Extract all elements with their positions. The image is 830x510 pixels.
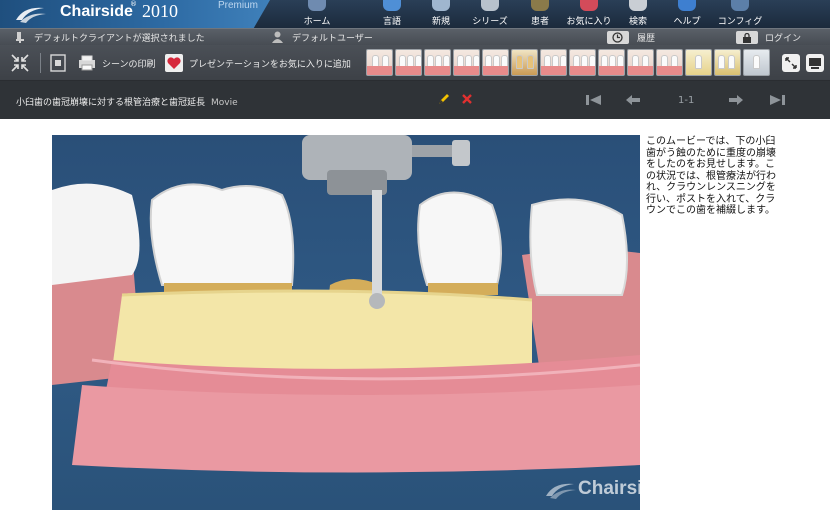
document-icon[interactable] <box>49 54 67 72</box>
heart-icon[interactable] <box>165 54 183 72</box>
menu-favorites[interactable]: お気に入り <box>566 0 612 28</box>
menu-new-label: 新規 <box>431 17 450 27</box>
menu-series-label: シリーズ <box>472 17 508 27</box>
media-type-label: Movie <box>211 98 238 108</box>
scene-thumbnail[interactable] <box>511 49 538 76</box>
app-year: 2010 <box>142 1 178 21</box>
menu-search-label: 検索 <box>628 17 647 27</box>
chairside-watermark-icon <box>546 483 576 499</box>
scene-thumbnail[interactable] <box>395 49 422 76</box>
collapse-icon[interactable] <box>11 54 29 72</box>
login-label[interactable]: ログイン <box>765 31 801 44</box>
slideshow-icon[interactable] <box>806 54 824 72</box>
history-label[interactable]: 履歴 <box>637 31 655 44</box>
menu-favorites-label: お気に入り <box>566 17 612 27</box>
search-icon <box>629 0 647 11</box>
scene-thumbnail[interactable] <box>569 49 596 76</box>
watermark-text: Chairside <box>578 478 640 499</box>
app-name: Chairside <box>60 3 133 20</box>
language-icon <box>383 0 401 11</box>
movie-player[interactable]: Chairside <box>52 135 640 510</box>
top-menu-bar: Chairside ® 2010 Premium ホーム 言語 新規 シリーズ … <box>0 0 830 28</box>
expand-icon[interactable] <box>782 54 800 72</box>
presentation-title: 小臼歯の歯冠崩壊に対する根管治療と歯冠延長 Movie <box>16 95 238 108</box>
scene-thumbnail[interactable] <box>540 49 567 76</box>
login-button-icon[interactable] <box>736 31 758 44</box>
scene-thumbnail[interactable] <box>482 49 509 76</box>
menu-language[interactable]: 言語 <box>369 0 415 28</box>
scene-thumbnail[interactable] <box>598 49 625 76</box>
content-area: Chairside このムービーでは、下の小臼歯がう蝕のために重度の崩壊をしたの… <box>0 119 830 510</box>
user-status: デフォルトユーザー <box>292 34 373 44</box>
menu-patient-label: 患者 <box>530 17 549 27</box>
movie-description: このムービーでは、下の小臼歯がう蝕のために重度の崩壊をしたのをお見せします。この… <box>646 136 776 216</box>
series-icon <box>481 0 499 11</box>
clock-icon <box>612 32 623 43</box>
status-bar: デフォルトクライアントが選択されました デフォルトユーザー 履歴 ログイン <box>0 28 830 45</box>
scene-thumbnail[interactable] <box>366 49 393 76</box>
scene-thumbnail[interactable] <box>424 49 451 76</box>
menu-new[interactable]: 新規 <box>418 0 464 28</box>
menu-language-label: 言語 <box>382 17 401 27</box>
page-counter: 1-1 <box>678 95 695 106</box>
trademark-mark: ® <box>130 0 137 8</box>
app-edition: Premium <box>218 0 259 11</box>
home-icon <box>308 0 326 11</box>
print-scene-button[interactable]: シーンの印刷 <box>102 57 156 70</box>
add-favorite-button[interactable]: プレゼンテーションをお気に入りに追加 <box>189 57 351 70</box>
scene-thumbnail[interactable] <box>743 49 770 76</box>
patient-icon <box>531 0 549 11</box>
scene-thumbnail[interactable] <box>627 49 654 76</box>
menu-home[interactable]: ホーム <box>294 0 340 28</box>
scene-thumbnail[interactable] <box>714 49 741 76</box>
chairside-logo-icon <box>16 7 46 23</box>
toolbar-divider <box>40 53 41 73</box>
config-icon <box>731 0 749 11</box>
user-icon <box>272 31 283 43</box>
lock-icon <box>743 33 751 43</box>
last-page-icon[interactable] <box>768 94 786 106</box>
first-page-icon[interactable] <box>585 94 603 106</box>
delete-x-icon[interactable] <box>461 93 473 105</box>
menu-patient[interactable]: 患者 <box>517 0 563 28</box>
chair-icon <box>16 32 24 43</box>
help-icon <box>678 0 696 11</box>
dental-procedure-illustration <box>52 135 640 473</box>
favorites-icon <box>580 0 598 11</box>
menu-search[interactable]: 検索 <box>615 0 661 28</box>
presentation-title-text: 小臼歯の歯冠崩壊に対する根管治療と歯冠延長 <box>16 98 206 108</box>
presentation-title-bar: 小臼歯の歯冠崩壊に対する根管治療と歯冠延長 Movie 1-1 <box>0 81 830 119</box>
menu-help[interactable]: ヘルプ <box>664 0 710 28</box>
scene-toolbar: シーンの印刷 プレゼンテーションをお気に入りに追加 <box>0 45 830 81</box>
next-page-icon[interactable] <box>728 94 744 106</box>
scene-thumbnail[interactable] <box>685 49 712 76</box>
menu-config-label: コンフィグ <box>717 17 763 27</box>
app-logo: Chairside ® 2010 Premium <box>0 0 270 28</box>
previous-page-icon[interactable] <box>625 94 641 106</box>
menu-help-label: ヘルプ <box>673 17 701 27</box>
app-window: Chairside ® 2010 Premium ホーム 言語 新規 シリーズ … <box>0 0 830 510</box>
scene-thumbnail[interactable] <box>656 49 683 76</box>
menu-config[interactable]: コンフィグ <box>717 0 763 28</box>
new-icon <box>432 0 450 11</box>
menu-series[interactable]: シリーズ <box>467 0 513 28</box>
client-status: デフォルトクライアントが選択されました <box>34 34 205 44</box>
history-button-icon[interactable] <box>607 31 629 44</box>
edit-pencil-icon[interactable] <box>437 92 451 106</box>
scene-thumbnail[interactable] <box>453 49 480 76</box>
print-icon[interactable] <box>78 54 96 72</box>
menu-home-label: ホーム <box>303 17 331 27</box>
